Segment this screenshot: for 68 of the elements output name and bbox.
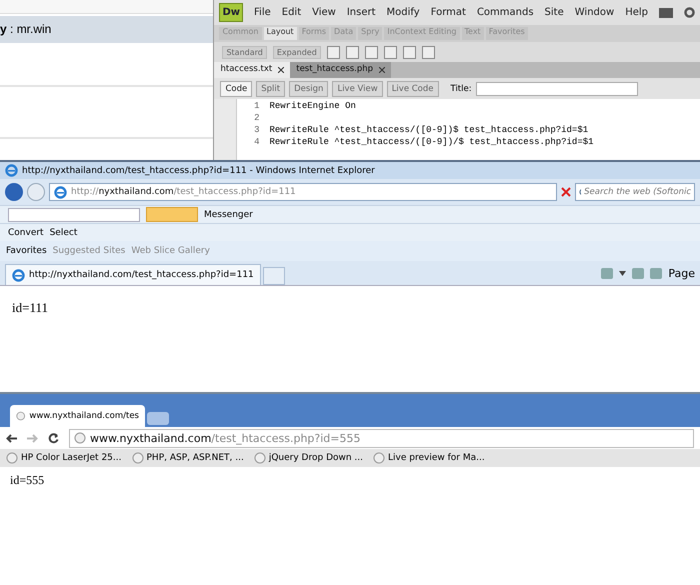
title-label: Title: <box>450 84 472 94</box>
document-tab[interactable]: test_htaccess.php <box>290 62 392 78</box>
toolbar-button[interactable]: Messenger <box>204 210 253 220</box>
globe-icon <box>16 410 26 422</box>
globe-icon <box>373 452 386 464</box>
search-field[interactable]: Search the web (Softonic <box>575 183 695 201</box>
forward-arrow-icon[interactable] <box>27 434 38 442</box>
view-button[interactable]: Code <box>220 80 252 96</box>
toolbar-icon[interactable] <box>422 46 435 58</box>
toolbar-button[interactable]: Select <box>50 228 78 238</box>
print-icon[interactable] <box>650 268 662 278</box>
globe-icon <box>74 432 86 444</box>
window-title: http://nyxthailand.com/test_htaccess.php?id=111 - Windows Internet Explorer <box>22 166 375 176</box>
document-tab[interactable]: htaccess.txt <box>214 62 290 78</box>
menu-item[interactable]: File <box>254 7 271 18</box>
insert-tab[interactable]: Layout <box>264 27 297 40</box>
close-icon[interactable] <box>379 67 386 73</box>
toolbar-search-field[interactable] <box>8 208 140 222</box>
menu-item[interactable]: Modify <box>386 7 420 18</box>
close-icon[interactable] <box>278 67 284 73</box>
app-logo: Dw <box>219 3 244 22</box>
toolbar-icon[interactable] <box>384 46 397 58</box>
menu-item[interactable]: Window <box>574 7 614 18</box>
menu-item[interactable]: View <box>312 7 336 18</box>
caret-icon[interactable] <box>619 270 626 276</box>
menu-item[interactable]: Site <box>544 7 564 18</box>
line-number: 1 <box>253 101 260 113</box>
toolbar-icon[interactable] <box>326 46 340 58</box>
code-line: RewriteEngine On <box>269 101 356 113</box>
page-text: id=555 <box>10 473 44 487</box>
bookmark-item[interactable]: HP Color LaserJet 25... <box>6 452 122 464</box>
globe-icon <box>132 452 144 464</box>
new-tab-button[interactable] <box>147 412 169 425</box>
browser-tab[interactable]: http://nyxthailand.com/test_htaccess.php?id=111 <box>5 264 261 285</box>
menu-item[interactable]: Edit <box>282 7 302 18</box>
toolbar-button[interactable]: Convert <box>8 228 44 238</box>
author-byline: y : mr.win <box>0 16 214 43</box>
feed-icon[interactable] <box>632 268 644 278</box>
menu-item[interactable]: Commands <box>476 7 534 18</box>
favorites-link[interactable]: Favorites <box>6 246 47 256</box>
back-button[interactable] <box>5 183 23 201</box>
globe-icon <box>254 452 266 464</box>
bookmark-item[interactable]: jQuery Drop Down ... <box>254 452 364 464</box>
forward-button[interactable] <box>27 183 45 201</box>
title-field[interactable] <box>476 82 638 96</box>
code-line: RewriteRule ^test_htaccess/([0-9])/$ test_htaccess.php?id=$1 <box>269 137 594 149</box>
line-number: 2 <box>253 113 260 125</box>
page-text: id=111 <box>12 300 48 315</box>
browser-tab[interactable]: www.nyxthailand.com/tes <box>10 405 145 427</box>
menu-item[interactable]: Format <box>430 7 466 18</box>
new-tab-button[interactable] <box>262 267 285 285</box>
toolbar-icon[interactable] <box>364 46 378 58</box>
page-menu[interactable]: Page <box>668 266 695 280</box>
address-bar[interactable]: www.nyxthailand.com/test_htaccess.php?id=555 <box>69 428 694 448</box>
toolbar-icon[interactable] <box>346 46 359 58</box>
toolbar-icon[interactable] <box>402 46 416 58</box>
bookmark-item[interactable]: Live preview for Ma... <box>373 452 485 464</box>
address-bar[interactable]: http://nyxthailand.com/test_htaccess.php?id=111 <box>49 183 557 201</box>
globe-icon <box>6 452 18 464</box>
reload-icon[interactable] <box>48 432 59 444</box>
back-arrow-icon[interactable] <box>6 434 17 442</box>
line-number: 4 <box>253 137 260 149</box>
bookmark-item[interactable]: PHP, ASP, ASP.NET, ... <box>132 452 244 464</box>
home-icon[interactable] <box>601 268 614 278</box>
code-line: RewriteRule ^test_htaccess/([0-9])$ test_htaccess.php?id=$1 <box>269 125 588 137</box>
line-number: 3 <box>253 125 260 137</box>
menu-item[interactable]: Insert <box>346 7 376 18</box>
menu-item[interactable]: Help <box>625 7 648 18</box>
